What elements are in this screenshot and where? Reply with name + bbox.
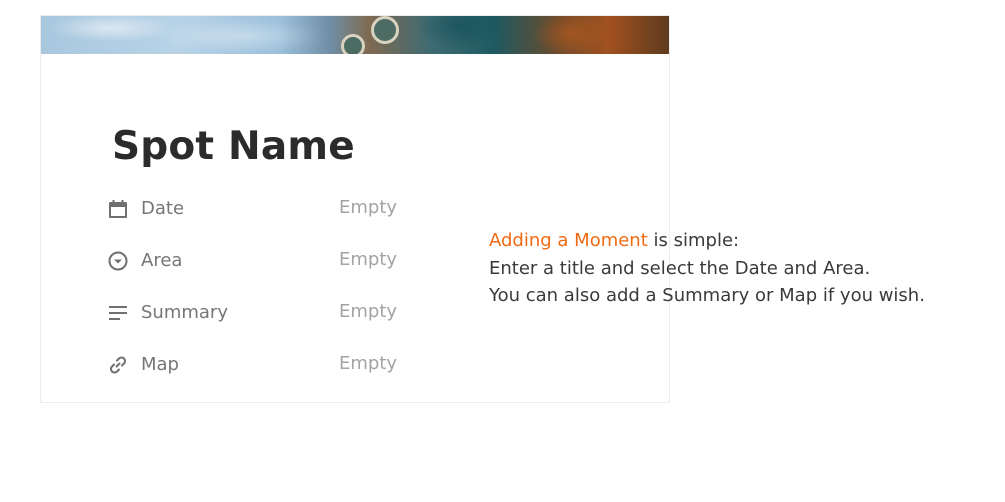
property-label: Summary bbox=[141, 302, 228, 323]
calendar-icon bbox=[107, 198, 129, 220]
property-date[interactable]: Date Empty bbox=[107, 196, 407, 222]
cover-roof-ornament bbox=[371, 16, 399, 44]
cover-roof-ornament bbox=[341, 34, 365, 54]
caption-line-3: You can also add a Summary or Map if you… bbox=[489, 285, 925, 306]
circle-chevron-down-icon bbox=[107, 250, 129, 272]
property-value-empty[interactable]: Empty bbox=[339, 197, 397, 218]
caption-line-2: Enter a title and select the Date and Ar… bbox=[489, 257, 871, 279]
property-label: Area bbox=[141, 250, 183, 271]
property-value-empty[interactable]: Empty bbox=[339, 249, 397, 270]
property-summary[interactable]: Summary Empty bbox=[107, 300, 407, 326]
cover-image[interactable] bbox=[41, 16, 669, 54]
instruction-caption: Adding a Moment is simple: Enter a title… bbox=[489, 227, 925, 310]
text-lines-icon bbox=[107, 302, 129, 324]
property-value-empty[interactable]: Empty bbox=[339, 301, 397, 322]
property-label: Date bbox=[141, 198, 185, 219]
page-card: Spot Name Date Empty Area Empty Summary … bbox=[40, 15, 670, 403]
caption-highlight: Adding a Moment bbox=[489, 230, 648, 251]
page-title[interactable]: Spot Name bbox=[112, 124, 355, 169]
property-area[interactable]: Area Empty bbox=[107, 248, 407, 274]
property-map[interactable]: Map Empty bbox=[107, 352, 407, 378]
caption-line-1-rest: is simple: bbox=[647, 230, 740, 251]
property-value-empty[interactable]: Empty bbox=[339, 353, 397, 374]
caption-line-1: Adding a Moment is simple: bbox=[489, 227, 925, 255]
property-label: Map bbox=[141, 354, 179, 375]
link-icon bbox=[107, 354, 129, 376]
